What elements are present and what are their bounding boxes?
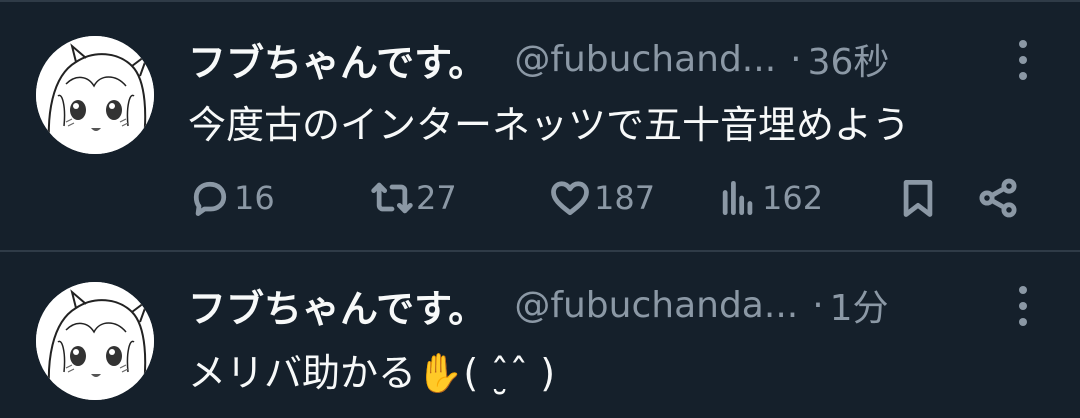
more-options-icon[interactable]: [1016, 40, 1030, 80]
tweet[interactable]: フブちゃんです。 @fubuchand... · 36秒 今度古のインターネッツ…: [0, 0, 1080, 250]
tweet-header: フブちゃんです。 @fubuchand... · 36秒: [188, 32, 890, 87]
tweet-text: メリバ助かる✋( ˆ̮ˆ ): [188, 351, 556, 395]
tweet[interactable]: フブちゃんです。 @fubuchanda... · 1分 メリバ助かる✋( ˆ̮…: [0, 252, 1080, 418]
heart-icon: [551, 181, 589, 216]
tweet-actions: 16 27 187 162: [0, 172, 1080, 224]
like-count: 187: [594, 179, 656, 217]
reply-button[interactable]: 16: [188, 172, 275, 224]
avatar[interactable]: [36, 36, 154, 154]
more-dot: [1019, 318, 1027, 326]
tweet-header: フブちゃんです。 @fubuchanda... · 1分: [188, 278, 889, 333]
timestamp[interactable]: 36秒: [808, 33, 890, 85]
view-count: 162: [762, 179, 824, 217]
user-handle[interactable]: @fubuchanda...: [514, 285, 798, 326]
display-name[interactable]: フブちゃんです。: [188, 32, 486, 87]
more-options-icon[interactable]: [1016, 286, 1030, 326]
views-button[interactable]: 162: [716, 172, 823, 224]
reply-icon: [193, 181, 227, 216]
more-dot: [1019, 56, 1027, 64]
bookmark-button[interactable]: [896, 172, 940, 224]
reply-count: 16: [234, 179, 275, 217]
separator-dot: ·: [812, 284, 824, 326]
more-dot: [1019, 286, 1027, 294]
share-icon: [979, 178, 1017, 218]
retweet-count: 27: [416, 179, 457, 217]
separator-dot: ·: [790, 38, 802, 80]
timestamp[interactable]: 1分: [830, 279, 889, 331]
avatar[interactable]: [36, 282, 154, 400]
retweet-icon: [371, 182, 413, 214]
share-button[interactable]: [976, 172, 1020, 224]
avatar-image: [36, 282, 154, 400]
tweet-text: 今度古のインターネッツで五十音埋めよう: [188, 103, 911, 147]
bookmark-icon: [903, 180, 933, 217]
avatar-image: [36, 36, 154, 154]
more-dot: [1019, 40, 1027, 48]
more-dot: [1019, 302, 1027, 310]
retweet-button[interactable]: 27: [370, 172, 457, 224]
like-button[interactable]: 187: [548, 172, 655, 224]
more-dot: [1019, 72, 1027, 80]
display-name[interactable]: フブちゃんです。: [188, 278, 486, 333]
views-icon: [722, 180, 753, 216]
user-handle[interactable]: @fubuchand...: [514, 39, 776, 80]
